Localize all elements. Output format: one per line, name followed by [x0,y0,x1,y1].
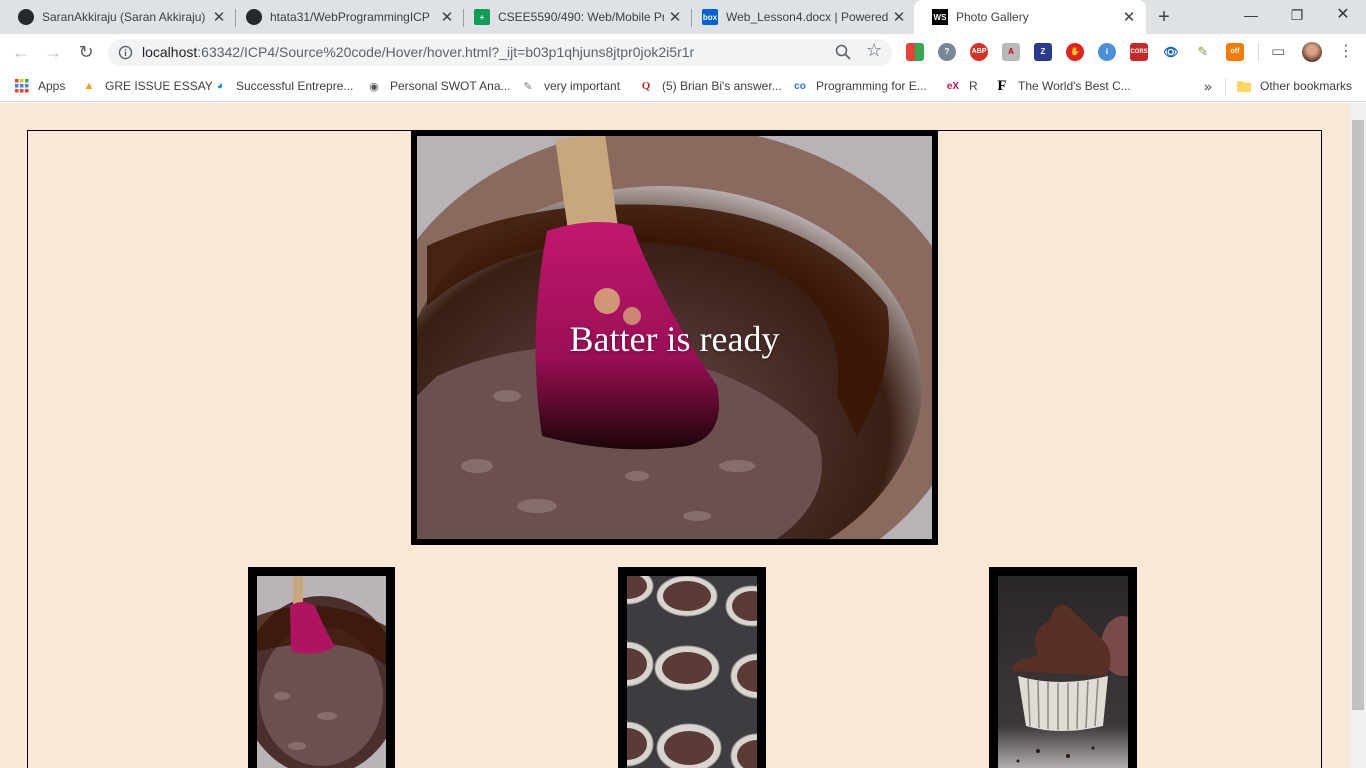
main-photo-frame[interactable]: Batter is ready [411,130,938,545]
bookmark-label: R [969,79,978,93]
tab-title: SaranAkkiraju (Saran Akkiraju) [42,10,206,24]
tab-title: Photo Gallery [956,10,1029,24]
bookmark-label: Other bookmarks [1260,79,1353,93]
close-icon[interactable]: ✕ [436,8,458,26]
bookmark-label: The World's Best C... [1018,79,1131,93]
google-sheets-icon: + [474,9,490,25]
github-icon [246,9,262,25]
student-icon: ▲ [83,80,95,92]
f-icon: F [997,77,1007,94]
coursera-icon: co [794,80,806,92]
tab-box-doc[interactable]: box Web_Lesson4.docx | Powered b ✕ [684,0,916,34]
off-icon[interactable]: off [1226,43,1244,61]
bookmark-worlds-best[interactable]: F The World's Best C... [994,77,1131,94]
bookmark-label: GRE ISSUE ESSAY [105,79,213,93]
bookmark-label: (5) Brian Bi's answer... [662,79,782,93]
bookmark-label: Apps [38,79,66,93]
batter-spatula-image [257,576,386,768]
bookmark-edx[interactable]: eX R [945,78,978,94]
scrollbar-thumb[interactable] [1352,120,1364,710]
menu-icon[interactable]: ⋮ [1338,41,1354,61]
bookmark-label: Programming for E... [816,79,927,93]
new-tab-button[interactable]: + [1153,6,1175,28]
url-text[interactable]: localhost:63342/ICP4/Source%20code/Hover… [142,44,694,60]
info-ext-icon[interactable]: i [1098,43,1116,61]
edx-icon: eX [946,80,960,92]
globe-icon: ◕ [216,80,224,92]
bookmark-coursera[interactable]: co Programming for E... [792,78,927,94]
minimize-button[interactable]: — [1228,0,1274,30]
tab-title: htata31/WebProgrammingICP [270,10,430,24]
thumbnail-liners-frame[interactable] [618,567,766,768]
pointer-icon[interactable]: ✎ [1194,43,1212,61]
tab-course-sheet[interactable]: + CSEE5590/490: Web/Mobile Pr ✕ [456,0,692,34]
thumbnail-batter-frame[interactable] [248,567,395,768]
apps-grid-icon [14,78,30,94]
adblock-icon[interactable]: ABP [970,43,988,61]
bookmark-apps[interactable]: Apps [14,78,65,94]
close-icon[interactable]: ✕ [664,8,686,26]
bookmark-star-icon[interactable]: ☆ [866,40,882,61]
url-host: localhost [142,44,198,60]
restore-button[interactable]: ❐ [1274,0,1320,30]
back-button[interactable]: ← [9,40,33,64]
close-icon[interactable]: ✕ [1118,8,1140,26]
box-icon: box [702,9,718,25]
thumbnail-cupcake-frame[interactable] [989,567,1137,768]
bookmark-swot[interactable]: ◉ Personal SWOT Ana... [366,78,511,94]
frosted-cupcake-image [998,576,1128,768]
webstorm-icon: WS [932,9,948,25]
stop-icon[interactable]: ✋ [1066,43,1084,61]
other-bookmarks[interactable]: Other bookmarks [1236,78,1352,94]
tab-title: CSEE5590/490: Web/Mobile Pr [498,10,664,24]
main-photo-caption: Batter is ready [569,319,780,359]
bookmark-quora[interactable]: Q (5) Brian Bi's answer... [638,78,782,94]
tab-photo-gallery[interactable]: WS Photo Gallery ✕ [914,0,1146,34]
close-icon[interactable]: ✕ [888,8,910,26]
bookmark-label: Personal SWOT Ana... [390,79,511,93]
quora-icon: Q [641,80,651,92]
shield-question-icon[interactable]: ? [938,43,956,61]
tab-title: Web_Lesson4.docx | Powered b [726,10,888,24]
frosted-cupcake-thumbnail [998,576,1128,768]
avatar[interactable] [1302,42,1322,62]
cast-icon[interactable]: ▭ [1271,42,1285,60]
bookmark-very-important[interactable]: ✎ very important [520,78,620,94]
zoom-icon[interactable] [835,44,851,60]
bookmarks-divider [1225,78,1226,96]
cupcake-tray-image [627,576,757,768]
tab-github-profile[interactable]: SaranAkkiraju (Saran Akkiraju) ✕ [0,0,236,34]
url-path: :63342/ICP4/Source%20code/Hover/hover.ht… [197,44,695,60]
batter-spatula-thumbnail [257,576,386,768]
eye-icon[interactable]: 👁 [1162,43,1180,61]
close-icon[interactable]: ✕ [208,8,230,26]
more-bookmarks-button[interactable]: » [1204,78,1212,94]
bookmarks-bar: Apps ▲ GRE ISSUE ESSAY ◕ Successful Entrep… [0,70,1366,102]
reload-button[interactable]: ↻ [74,40,98,64]
cupcake-liners-thumbnail [627,576,757,768]
pen-icon: ✎ [523,80,533,93]
folder-icon [1236,78,1252,94]
bookmark-label: Successful Entrepre... [236,79,354,93]
zotero-icon[interactable]: Z [1034,43,1052,61]
world-icon: ◉ [369,80,379,93]
pdf-icon[interactable]: A [1002,43,1020,61]
puzzle-icon[interactable] [906,43,924,61]
cors-icon[interactable]: CORS [1130,43,1148,61]
batter-photo: Batter is ready [417,136,932,539]
toolbar-divider [1258,42,1259,62]
bookmark-label: very important [544,79,621,93]
bookmark-gre[interactable]: ▲ GRE ISSUE ESSAY [81,78,213,94]
forward-button[interactable]: → [41,40,65,64]
bookmark-entrepreneur[interactable]: ◕ Successful Entrepre... [212,78,354,94]
github-icon [18,9,34,25]
info-icon[interactable] [118,45,133,60]
window-close-button[interactable]: ✕ [1320,0,1366,30]
tab-strip: SaranAkkiraju (Saran Akkiraju) ✕ htata31… [0,0,1366,34]
tab-github-repo[interactable]: htata31/WebProgrammingICP ✕ [228,0,464,34]
